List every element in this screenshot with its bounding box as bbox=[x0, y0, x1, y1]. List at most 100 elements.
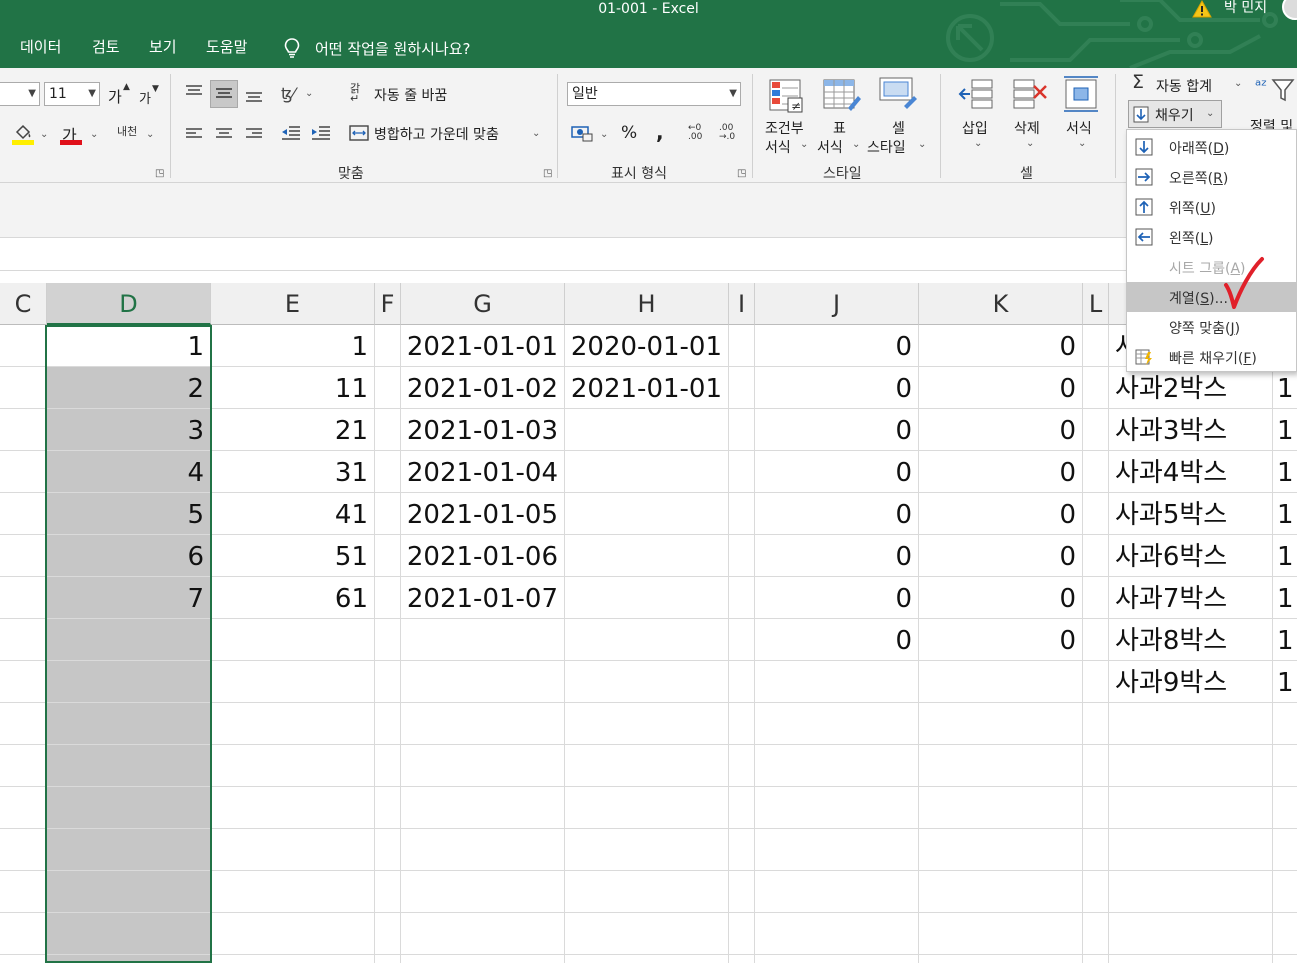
font-grow-button[interactable]: 가 bbox=[108, 86, 122, 107]
cell-g6[interactable]: 2021-01-06 bbox=[401, 535, 564, 577]
cell-n5[interactable]: 1 bbox=[1273, 493, 1297, 535]
warning-icon[interactable] bbox=[1192, 0, 1212, 18]
cell-n6[interactable]: 1 bbox=[1273, 535, 1297, 577]
tab-help[interactable]: 도움말 bbox=[206, 36, 247, 57]
chevron-down-icon[interactable]: ⌄ bbox=[1026, 138, 1034, 149]
cell-m7[interactable]: 사과7박스 bbox=[1109, 577, 1272, 619]
decrease-indent-icon[interactable] bbox=[281, 125, 301, 143]
cell-e1[interactable]: 1 bbox=[211, 325, 374, 367]
cell-e4[interactable]: 31 bbox=[211, 451, 374, 493]
cell-j5[interactable]: 0 bbox=[755, 493, 918, 535]
comma-style-button[interactable]: , bbox=[656, 120, 664, 144]
column-header-j[interactable]: J bbox=[755, 283, 919, 325]
format-label[interactable]: 서식 bbox=[1066, 118, 1092, 138]
cell-k8[interactable]: 0 bbox=[919, 619, 1082, 661]
percent-style-button[interactable]: % bbox=[621, 123, 637, 143]
formula-bar[interactable] bbox=[0, 237, 1297, 271]
cell-n8[interactable]: 1 bbox=[1273, 619, 1297, 661]
cell-k3[interactable]: 0 bbox=[919, 409, 1082, 451]
fill-color-icon[interactable] bbox=[12, 122, 34, 146]
cell-m4[interactable]: 사과4박스 bbox=[1109, 451, 1272, 493]
chevron-down-icon[interactable]: ⌄ bbox=[600, 129, 608, 140]
align-bottom-icon[interactable] bbox=[244, 88, 264, 104]
format-as-table-icon[interactable] bbox=[822, 78, 862, 114]
phonetic-guide-button[interactable]: 내천 bbox=[117, 123, 137, 139]
column-header-c[interactable]: C bbox=[0, 283, 47, 325]
column-header-k[interactable]: K bbox=[919, 283, 1083, 325]
menu-item-fill-right[interactable]: 오른쪽(R) bbox=[1127, 162, 1296, 192]
cell-j4[interactable]: 0 bbox=[755, 451, 918, 493]
menu-item-flash-fill[interactable]: 빠른 채우기(F) bbox=[1127, 342, 1296, 372]
cell-styles-label-1[interactable]: 셀 bbox=[892, 118, 905, 138]
cell-k6[interactable]: 0 bbox=[919, 535, 1082, 577]
chevron-down-icon[interactable]: ⌄ bbox=[532, 128, 540, 139]
number-format-combo[interactable]: 일반 ▼ bbox=[567, 82, 741, 106]
cell-j6[interactable]: 0 bbox=[755, 535, 918, 577]
align-left-icon[interactable] bbox=[184, 126, 204, 142]
insert-label[interactable]: 삽입 bbox=[962, 118, 988, 138]
cell-n3[interactable]: 1 bbox=[1273, 409, 1297, 451]
cell-g5[interactable]: 2021-01-05 bbox=[401, 493, 564, 535]
tab-review[interactable]: 검토 bbox=[92, 36, 120, 57]
user-name[interactable]: 박 민지 bbox=[1224, 0, 1267, 16]
cell-n2[interactable]: 1 bbox=[1273, 367, 1297, 409]
cell-g7[interactable]: 2021-01-07 bbox=[401, 577, 564, 619]
cell-m5[interactable]: 사과5박스 bbox=[1109, 493, 1272, 535]
column-header-g[interactable]: G bbox=[401, 283, 565, 325]
menu-item-fill-left[interactable]: 왼쪽(L) bbox=[1127, 222, 1296, 252]
column-header-h[interactable]: H bbox=[565, 283, 729, 325]
increase-decimal-icon[interactable]: ←0.00 bbox=[688, 124, 702, 142]
cell-k1[interactable]: 0 bbox=[919, 325, 1082, 367]
decrease-decimal-icon[interactable]: .00 →.0 bbox=[719, 124, 735, 142]
cell-j3[interactable]: 0 bbox=[755, 409, 918, 451]
cell-e5[interactable]: 41 bbox=[211, 493, 374, 535]
conditional-formatting-label-2[interactable]: 서식 bbox=[765, 137, 791, 157]
delete-label[interactable]: 삭제 bbox=[1014, 118, 1040, 138]
font-name-combo[interactable]: ▼ bbox=[0, 82, 40, 106]
cell-k7[interactable]: 0 bbox=[919, 577, 1082, 619]
chevron-down-icon[interactable]: ⌄ bbox=[146, 129, 154, 140]
cell-k2[interactable]: 0 bbox=[919, 367, 1082, 409]
chevron-down-icon[interactable]: ⌄ bbox=[800, 139, 808, 150]
menu-item-justify[interactable]: 양쪽 맞춤(J) bbox=[1127, 312, 1296, 342]
tell-me-search[interactable]: 어떤 작업을 원하시나요? bbox=[315, 38, 471, 59]
chevron-down-icon[interactable]: ⌄ bbox=[852, 139, 860, 150]
menu-item-fill-up[interactable]: 위쪽(U) bbox=[1127, 192, 1296, 222]
cell-k4[interactable]: 0 bbox=[919, 451, 1082, 493]
align-center-icon[interactable] bbox=[214, 126, 234, 142]
cell-n7[interactable]: 1 bbox=[1273, 577, 1297, 619]
column-header-f[interactable]: F bbox=[375, 283, 401, 325]
autosum-button[interactable]: 자동 합계 bbox=[1156, 76, 1212, 96]
font-shrink-button[interactable]: 가 bbox=[139, 88, 151, 107]
wrap-text-button[interactable]: 자동 줄 바꿈 bbox=[374, 85, 447, 105]
worksheet-grid[interactable]: 1 2 3 4 5 6 7 1 11 21 31 41 51 61 2021-0… bbox=[0, 325, 1297, 963]
format-as-table-label-2[interactable]: 서식 bbox=[817, 137, 843, 157]
conditional-formatting-label-1[interactable]: 조건부 bbox=[765, 118, 804, 138]
cell-styles-label-2[interactable]: 스타일 bbox=[867, 137, 906, 157]
cell-g1[interactable]: 2021-01-01 bbox=[401, 325, 564, 367]
cell-k5[interactable]: 0 bbox=[919, 493, 1082, 535]
chevron-down-icon[interactable]: ⌄ bbox=[1234, 78, 1242, 89]
cell-m8[interactable]: 사과8박스 bbox=[1109, 619, 1272, 661]
font-size-combo[interactable]: 11 ▼ bbox=[44, 82, 100, 106]
cell-styles-icon[interactable] bbox=[878, 76, 920, 114]
chevron-down-icon[interactable]: ⌄ bbox=[918, 139, 926, 150]
cell-m9[interactable]: 사과9박스 bbox=[1109, 661, 1272, 703]
cell-g2[interactable]: 2021-01-02 bbox=[401, 367, 564, 409]
tab-view[interactable]: 보기 bbox=[149, 36, 177, 57]
merge-center-button[interactable]: 병합하고 가운데 맞춤 bbox=[374, 124, 499, 144]
font-dialog-launcher[interactable]: ◳ bbox=[155, 168, 164, 179]
cell-n4[interactable]: 1 bbox=[1273, 451, 1297, 493]
format-as-table-label-1[interactable]: 표 bbox=[833, 118, 846, 138]
format-cells-icon[interactable] bbox=[1062, 74, 1100, 114]
cell-g3[interactable]: 2021-01-03 bbox=[401, 409, 564, 451]
tab-data[interactable]: 데이터 bbox=[20, 36, 61, 57]
align-top-icon[interactable] bbox=[184, 84, 204, 100]
column-header-i[interactable]: I bbox=[729, 283, 755, 325]
column-header-l[interactable]: L bbox=[1083, 283, 1109, 325]
cell-m2[interactable]: 사과2박스 bbox=[1109, 367, 1272, 409]
cell-m3[interactable]: 사과3박스 bbox=[1109, 409, 1272, 451]
cell-j1[interactable]: 0 bbox=[755, 325, 918, 367]
cell-n9[interactable]: 1 bbox=[1273, 661, 1297, 703]
alignment-dialog-launcher[interactable]: ◳ bbox=[543, 168, 552, 179]
